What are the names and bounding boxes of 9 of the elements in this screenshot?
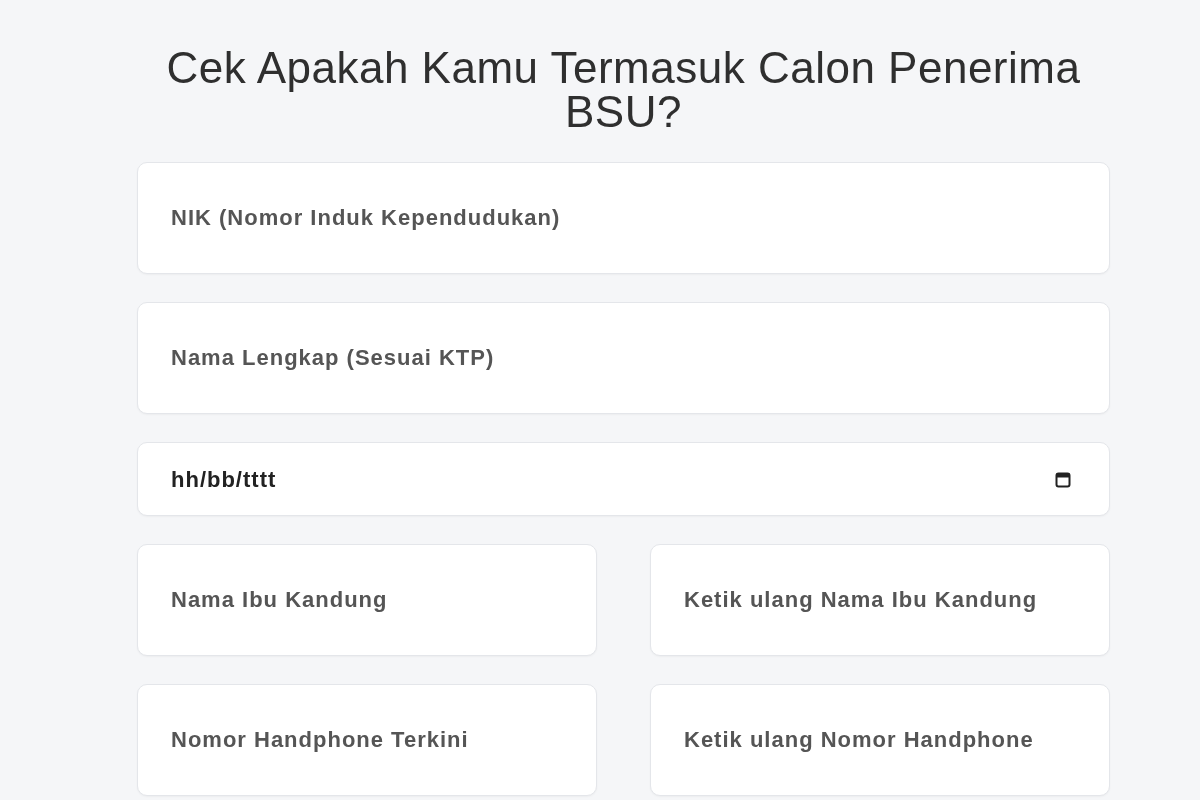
calendar-icon[interactable] [1055, 470, 1071, 488]
input-field[interactable]: Nama Lengkap (Sesuai KTP) [137, 302, 1110, 414]
input-field[interactable]: NIK (Nomor Induk Kependudukan) [137, 162, 1110, 274]
page-title: Cek Apakah Kamu Termasuk Calon Penerima BSU? [165, 46, 1082, 134]
input-field[interactable]: Ketik ulang Nomor Handphone [650, 684, 1110, 796]
input-field[interactable]: Nama Ibu Kandung [137, 544, 597, 656]
input-field[interactable]: Ketik ulang Nama Ibu Kandung [650, 544, 1110, 656]
date-field[interactable]: hh/bb/tttt [137, 442, 1110, 516]
input-field[interactable]: Nomor Handphone Terkini [137, 684, 597, 796]
